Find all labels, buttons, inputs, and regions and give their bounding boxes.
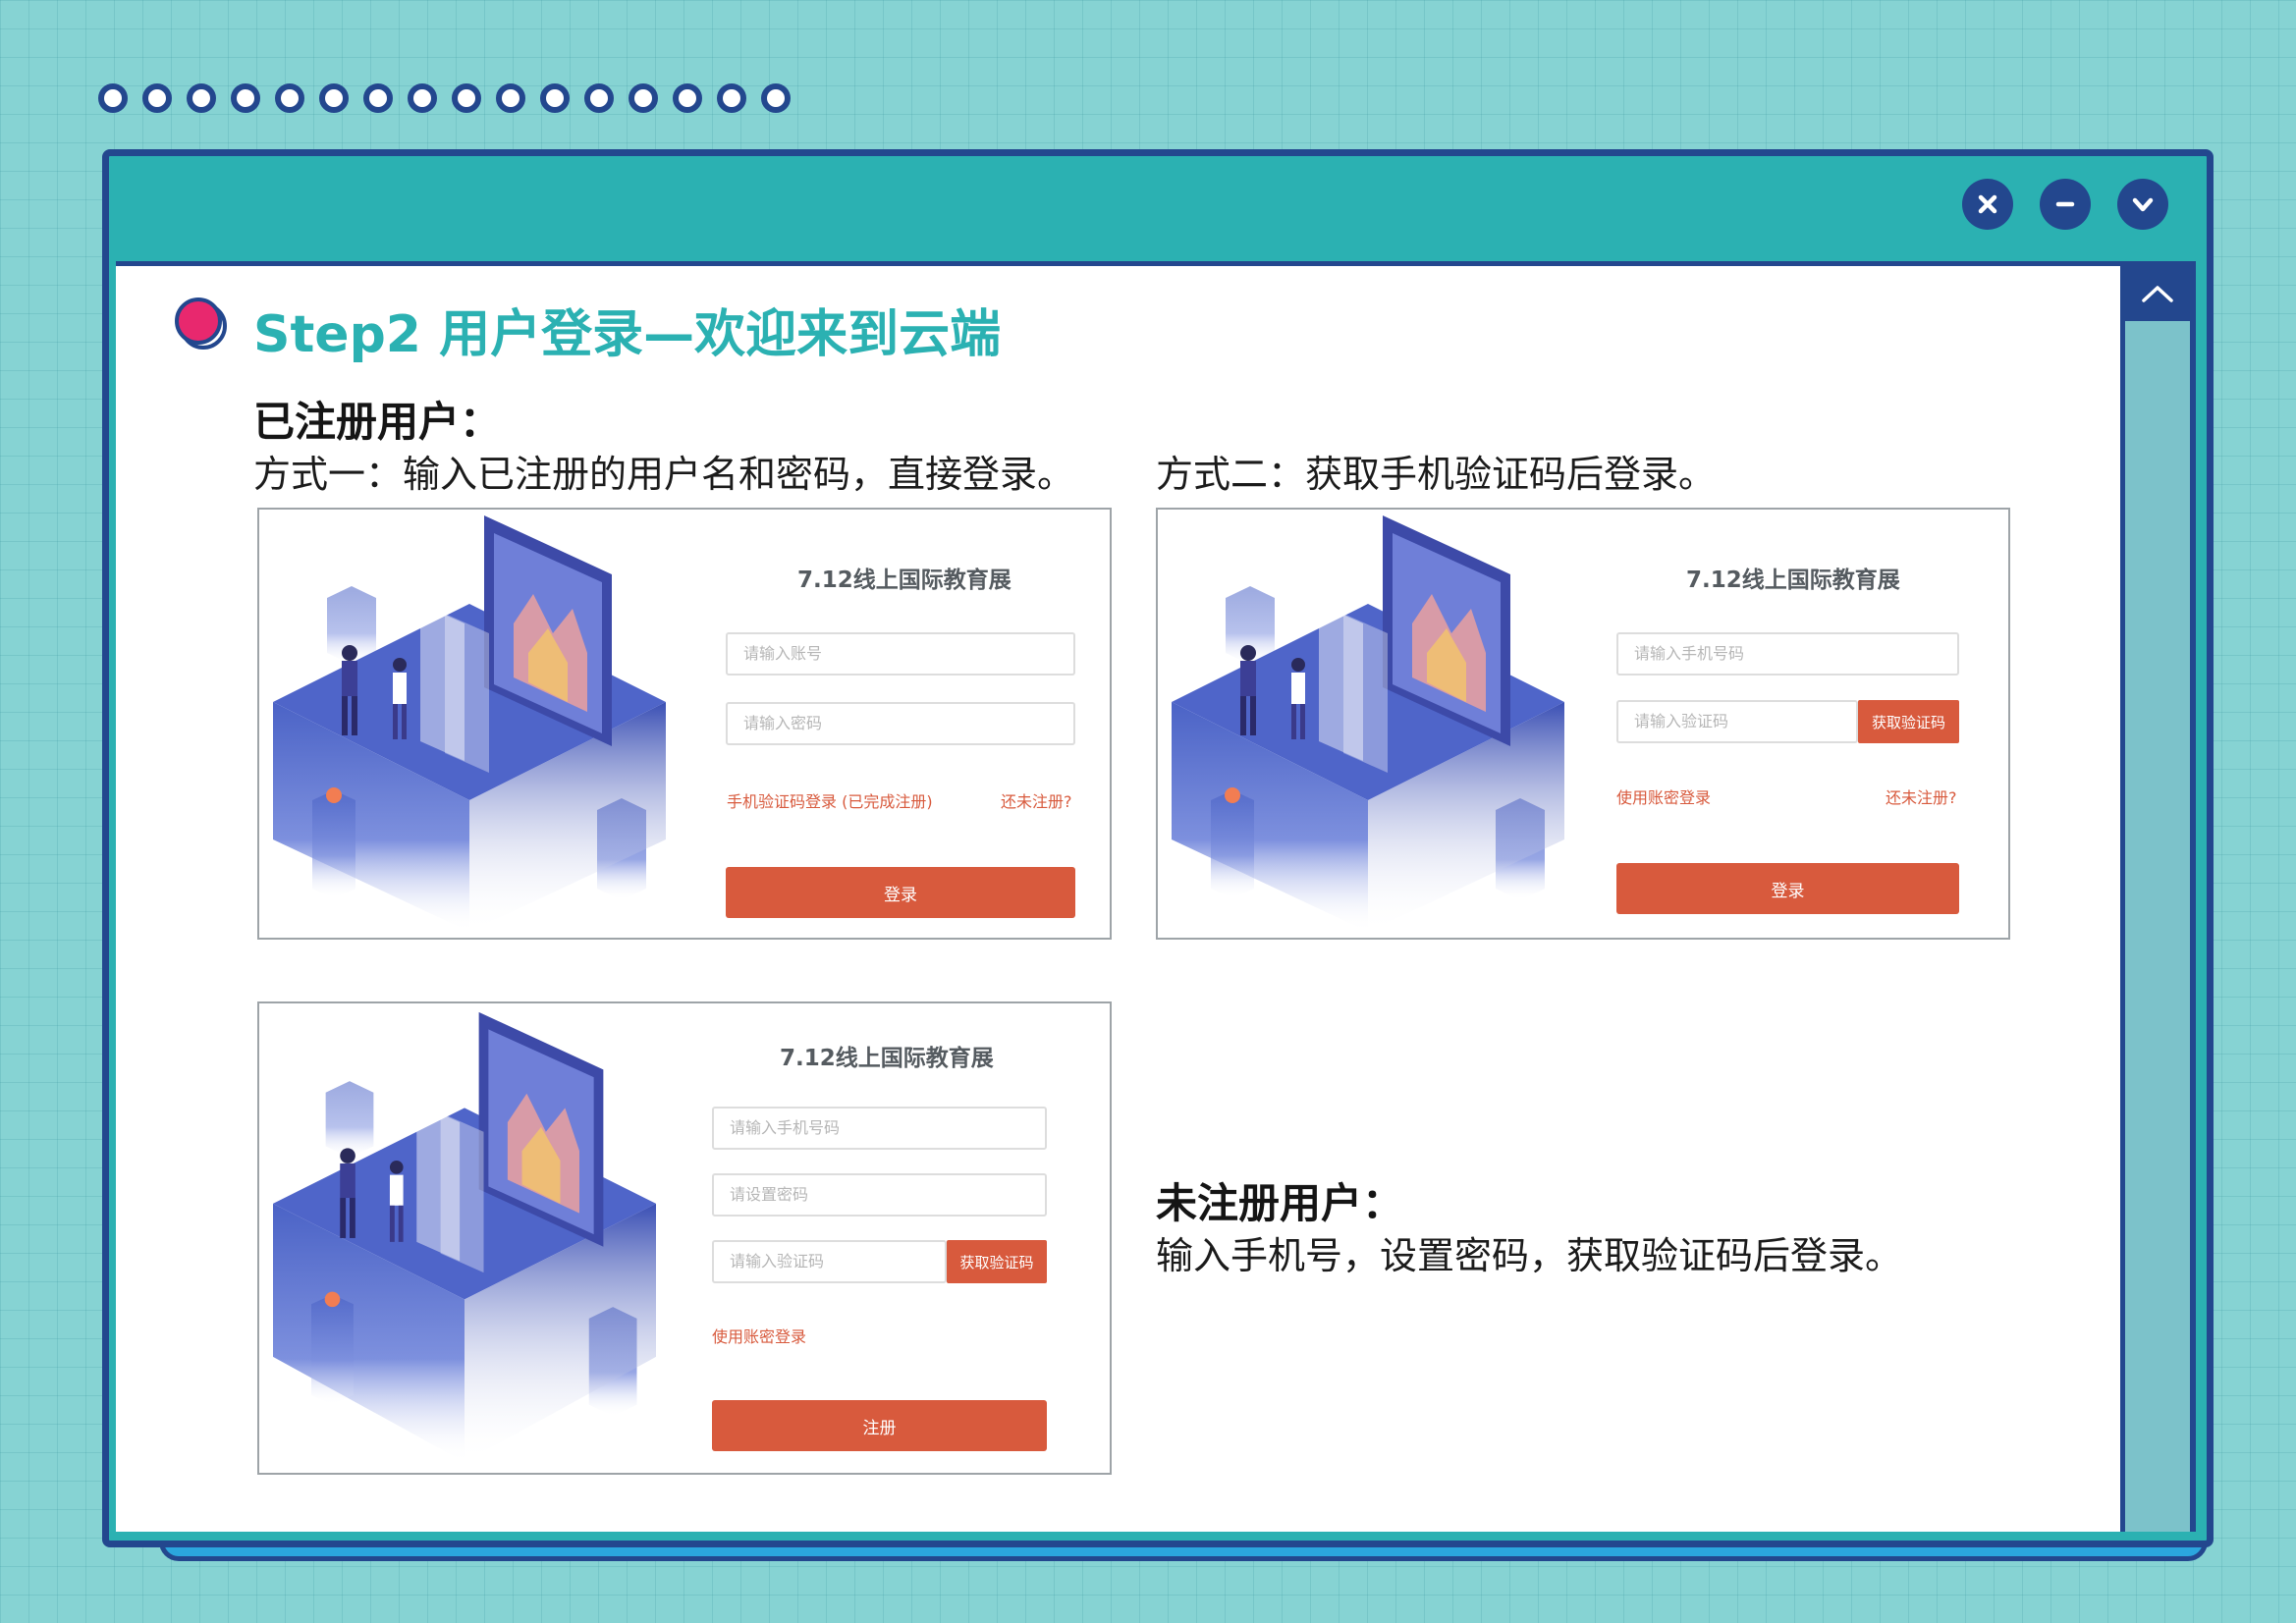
register-link[interactable]: 还未注册? (1001, 788, 1072, 812)
phone-input[interactable]: 请输入手机号码 (1616, 632, 1959, 676)
chevron-down-icon (2132, 197, 2154, 212)
register-screenshot: 7.12线上国际教育展 请输入手机号码 请设置密码 请输入验证码 获取验证码 使… (257, 1001, 1112, 1475)
ring-icon (673, 83, 702, 113)
login-button[interactable]: 登录 (1616, 863, 1959, 914)
ring-icon (496, 83, 525, 113)
account-input[interactable]: 请输入账号 (726, 632, 1075, 676)
chevron-up-icon (2142, 286, 2173, 302)
ring-icon (231, 83, 260, 113)
unregistered-users-title: 未注册用户： (1156, 1179, 1404, 1227)
ring-icon (187, 83, 216, 113)
ring-icon (629, 83, 658, 113)
heading-bullet-icon (175, 298, 227, 350)
isometric-illustration (1172, 515, 1564, 932)
expo-title: 7.12线上国际教育展 (780, 1046, 994, 1071)
minimize-button[interactable] (2040, 179, 2091, 230)
code-input[interactable]: 请输入验证码 (1616, 700, 1858, 743)
minimize-icon (2055, 201, 2075, 207)
get-code-button[interactable]: 获取验证码 (1858, 700, 1959, 743)
sms-login-link[interactable]: 手机验证码登录 (已完成注册) (727, 788, 933, 812)
ring-icon (408, 83, 437, 113)
close-icon (1978, 194, 1997, 214)
close-button[interactable] (1962, 179, 2013, 230)
method-one-text: 方式一：输入已注册的用户名和密码，直接登录。 (253, 453, 1075, 496)
vertical-scrollbar[interactable] (2120, 261, 2196, 1532)
get-code-button[interactable]: 获取验证码 (947, 1240, 1047, 1283)
isometric-illustration (273, 1011, 656, 1463)
ring-icon (540, 83, 570, 113)
login-button[interactable]: 登录 (726, 867, 1075, 918)
ring-icon (275, 83, 304, 113)
ring-icon (142, 83, 172, 113)
ring-icon (319, 83, 349, 113)
ring-icon (452, 83, 481, 113)
password-login-link[interactable]: 使用账密登录 (712, 1324, 806, 1347)
login-screenshot-sms: 7.12线上国际教育展 请输入手机号码 请输入验证码 获取验证码 使用账密登录 … (1156, 508, 2010, 940)
registered-users-title: 已注册用户： (253, 398, 502, 446)
decorative-dot-row (98, 83, 791, 113)
ring-icon (363, 83, 393, 113)
page-heading: Step2 用户登录—欢迎来到云端 (253, 305, 1002, 364)
login-screenshot-password: 7.12线上国际教育展 请输入账号 请输入密码 手机验证码登录 (已完成注册) … (257, 508, 1112, 940)
ring-icon (717, 83, 746, 113)
method-two-text: 方式二：获取手机验证码后登录。 (1156, 453, 1717, 496)
set-password-input[interactable]: 请设置密码 (712, 1173, 1047, 1217)
scroll-up-button[interactable] (2125, 266, 2190, 321)
ring-icon (761, 83, 791, 113)
register-link[interactable]: 还未注册? (1886, 784, 1957, 808)
phone-input[interactable]: 请输入手机号码 (712, 1107, 1047, 1150)
unregistered-text: 输入手机号，设置密码，获取验证码后登录。 (1156, 1234, 1903, 1277)
password-input[interactable]: 请输入密码 (726, 702, 1075, 745)
ring-icon (98, 83, 128, 113)
isometric-illustration (273, 515, 666, 932)
password-login-link[interactable]: 使用账密登录 (1616, 784, 1711, 808)
register-button[interactable]: 注册 (712, 1400, 1047, 1451)
expo-title: 7.12线上国际教育展 (1686, 568, 1900, 593)
ring-icon (584, 83, 614, 113)
code-input[interactable]: 请输入验证码 (712, 1240, 947, 1283)
title-bar[interactable] (109, 156, 2207, 254)
expo-title: 7.12线上国际教育展 (797, 568, 1011, 593)
dropdown-button[interactable] (2117, 179, 2168, 230)
